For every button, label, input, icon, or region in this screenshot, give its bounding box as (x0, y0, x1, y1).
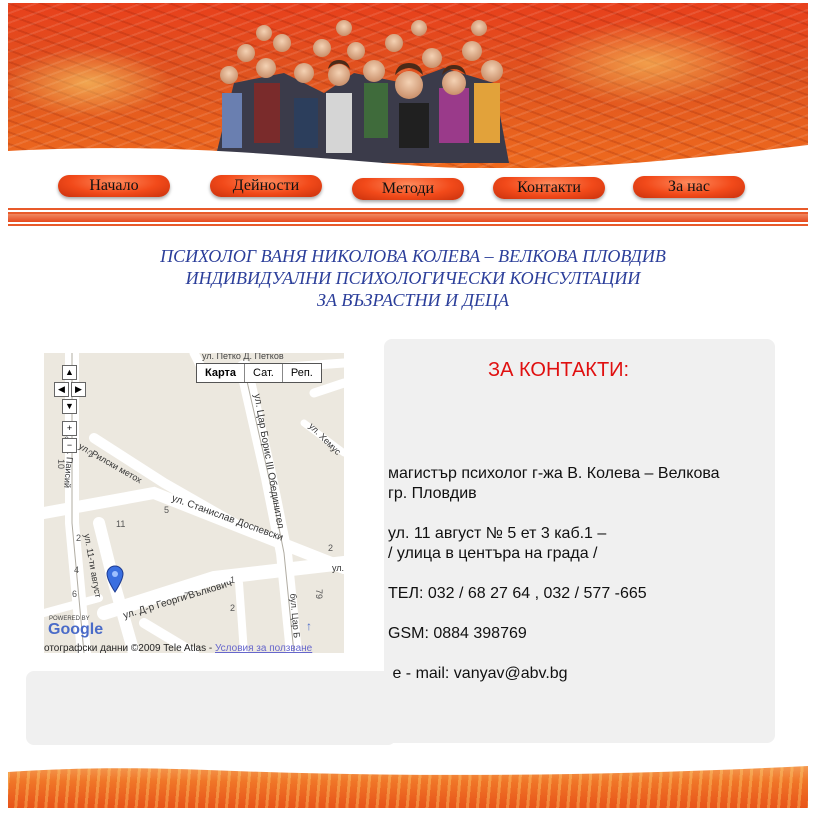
contact-address-line-1: ул. 11 август № 5 ет 3 каб.1 – (388, 525, 607, 542)
house-number: 6 (72, 589, 78, 599)
banner-wave (8, 145, 808, 168)
map-caption-panel (26, 671, 396, 745)
house-number: 7 (184, 591, 190, 601)
house-number: 4 (74, 565, 80, 575)
contact-city: гр. Пловдив (388, 485, 477, 502)
nav-home-button[interactable]: Начало (58, 175, 170, 197)
pan-up-icon[interactable]: ▲ (62, 365, 77, 380)
house-number: 2 (76, 533, 82, 543)
map-marker-icon[interactable] (106, 565, 124, 593)
contact-gsm: GSM: 0884 398769 (388, 625, 527, 642)
map-footer: отографски данни ©2009 Tele Atlas - Усло… (44, 643, 344, 654)
contact-address-line-2: / улица в центъра на града / (388, 545, 598, 562)
footer-wave (8, 758, 808, 775)
nav-methods-button[interactable]: Методи (352, 178, 464, 200)
map-terms-link[interactable]: Условия за ползване (215, 643, 312, 654)
title-line-3: ЗА ВЪЗРАСТНИ И ДЕЦА (316, 290, 510, 310)
map-type-map-button[interactable]: Карта (197, 364, 246, 382)
contact-heading: ЗА КОНТАКТИ: (488, 359, 630, 381)
house-number: 2 (230, 603, 236, 613)
map-type-switch[interactable]: Карта Сат. Реп. (196, 363, 322, 383)
house-number: 10 (56, 458, 67, 470)
header-banner (8, 3, 808, 168)
house-number: 1 (230, 575, 236, 585)
google-logo[interactable]: Google (48, 621, 103, 639)
house-number: 2 (88, 449, 94, 459)
nav-activities-button[interactable]: Дейности (210, 175, 322, 197)
zoom-out-icon[interactable]: − (62, 438, 77, 453)
map-copyright: отографски данни ©2009 Tele Atlas - (44, 643, 215, 654)
nav-contacts-button[interactable]: Контакти (493, 177, 605, 199)
zoom-in-icon[interactable]: + (62, 421, 77, 436)
contact-name: магистър психолог г-жа В. Колева – Велко… (388, 465, 720, 482)
title-line-1: ПСИХОЛОГ ВАНЯ НИКОЛОВА КОЛЕВА – ВЕЛКОВА … (160, 246, 666, 266)
street-label-ul: ул. (332, 563, 344, 573)
pan-left-icon[interactable]: ◀ (54, 382, 69, 397)
house-number: 2 (328, 543, 334, 553)
house-number: 5 (164, 505, 170, 515)
house-number: 79 (314, 588, 325, 600)
pan-down-icon[interactable]: ▼ (62, 399, 77, 414)
google-map[interactable]: ул. Петко Д. Петков ул. Рилски метох ул.… (44, 353, 344, 653)
title-line-2: ИНДИВИДУАЛНИ ПСИХОЛОГИЧЕСКИ КОНСУЛТАЦИИ (185, 268, 641, 288)
map-type-relief-button[interactable]: Реп. (283, 364, 321, 382)
house-number: 11 (116, 519, 126, 529)
contact-email: e - mail: vanyav@abv.bg (388, 665, 568, 682)
map-type-satellite-button[interactable]: Сат. (245, 364, 283, 382)
pan-right-icon[interactable]: ▶ (71, 382, 86, 397)
street-label-top: ул. Петко Д. Петков (202, 353, 284, 361)
nav-about-button[interactable]: За нас (633, 176, 745, 198)
north-arrow-icon: ↑ (306, 619, 312, 633)
contact-phone: ТЕЛ: 032 / 68 27 64 , 032 / 577 -665 (388, 585, 647, 602)
page: Начало Дейности Методи Контакти За нас П… (8, 3, 808, 808)
header-divider (8, 208, 808, 228)
page-title: ПСИХОЛОГ ВАНЯ НИКОЛОВА КОЛЕВА – ВЕЛКОВА … (68, 245, 758, 311)
